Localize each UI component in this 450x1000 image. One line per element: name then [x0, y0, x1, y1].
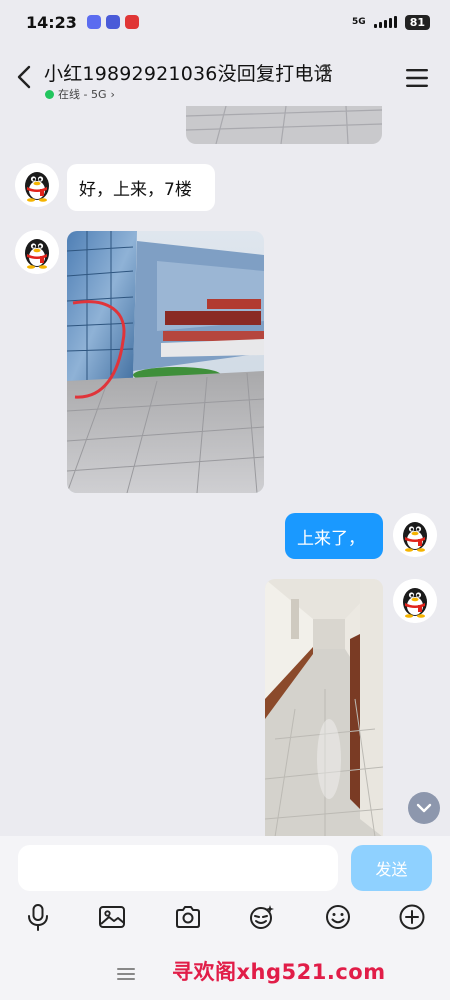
nav-menu-button[interactable] — [116, 966, 136, 982]
battery-level: 81 — [404, 14, 430, 30]
shield-icon — [105, 15, 120, 29]
chevron-down-icon — [416, 803, 432, 813]
message-bubble-outgoing[interactable]: 上来了， — [285, 513, 383, 559]
chat-header: 小红19892921036没回复打电话 在线 - 5G › — [0, 50, 450, 106]
back-button[interactable] — [12, 62, 38, 92]
voice-button[interactable] — [23, 902, 53, 932]
message-bubble-incoming[interactable]: 好，上来，7楼 — [67, 164, 215, 211]
network-type: 5G — [352, 16, 366, 27]
input-toolbar — [0, 902, 450, 938]
watermark: 寻欢阁xhg521.com — [172, 960, 386, 984]
chat-title[interactable]: 小红19892921036没回复打电话 — [44, 59, 333, 86]
contact-avatar[interactable] — [15, 230, 59, 274]
online-status[interactable]: 在线 - 5G › — [45, 86, 115, 102]
penguin-avatar-icon — [15, 230, 59, 274]
message-text: 好，上来，7楼 — [79, 180, 192, 200]
contact-avatar[interactable] — [15, 163, 59, 207]
sticker-button[interactable] — [247, 902, 277, 932]
menu-button[interactable] — [404, 66, 430, 90]
camera-icon — [176, 906, 200, 928]
message-input[interactable] — [18, 845, 338, 891]
image-icon — [99, 906, 125, 928]
my-avatar[interactable] — [393, 579, 437, 623]
chevron-left-icon — [17, 65, 31, 89]
penguin-avatar-icon — [393, 579, 437, 623]
more-button[interactable] — [397, 902, 427, 932]
send-button[interactable]: 发送 — [351, 845, 432, 891]
notification-icons — [86, 15, 139, 29]
message-text: 上来了， — [297, 528, 365, 549]
emoji-button[interactable] — [323, 902, 353, 932]
online-status-text: 在线 - 5G — [58, 88, 107, 101]
status-bar: 14:23 5G 81 — [0, 0, 450, 44]
previous-image-message[interactable] — [186, 106, 382, 144]
input-panel: 发送 寻欢阁xhg521.com — [0, 836, 450, 1000]
vivo-icon — [86, 15, 101, 29]
image-message-building[interactable] — [67, 231, 264, 493]
emoji-icon — [326, 905, 350, 929]
hamburger-menu-icon — [406, 69, 428, 87]
plus-icon — [399, 904, 425, 930]
microphone-icon — [28, 904, 48, 931]
gallery-button[interactable] — [97, 902, 127, 932]
camera-button[interactable] — [173, 902, 203, 932]
clock: 14:23 — [26, 12, 77, 32]
my-avatar[interactable] — [393, 513, 437, 557]
signal-icon — [373, 16, 397, 28]
penguin-avatar-icon — [15, 163, 59, 207]
nav-menu-icon — [117, 968, 135, 980]
chevron-right-icon: › — [110, 87, 115, 101]
sticker-icon — [250, 905, 274, 929]
app-notification-icon — [124, 15, 139, 29]
scroll-to-bottom-button[interactable] — [408, 792, 440, 824]
penguin-avatar-icon — [393, 513, 437, 557]
image-message-corridor[interactable] — [265, 579, 383, 837]
ear-icon[interactable] — [316, 63, 332, 83]
online-dot-icon — [45, 89, 54, 99]
